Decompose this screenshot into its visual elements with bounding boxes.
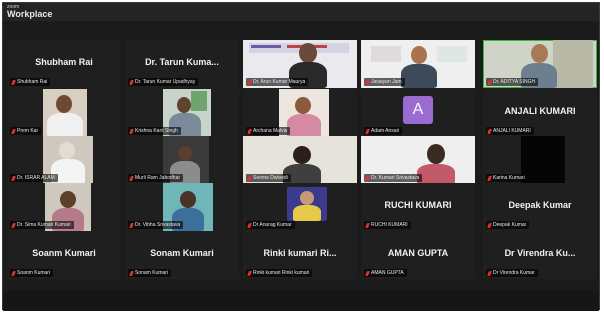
mic-muted-icon (365, 175, 370, 181)
participant-tile[interactable]: Sonam Kumari Sonam Kumari (125, 231, 239, 279)
participant-name-label: Dr. ADITYA SINGH (486, 78, 539, 86)
participant-tile[interactable]: Dr Virendra Ku... Dr Virendra Kumar (483, 231, 597, 279)
participant-name-label: ANJALI KUMARI (486, 127, 534, 135)
mic-muted-icon (129, 222, 134, 228)
bottom-bar (3, 291, 599, 311)
mic-muted-icon (365, 222, 370, 228)
participant-name-label: Seema Dwivedi (246, 174, 291, 182)
mic-muted-icon (11, 175, 16, 181)
participant-tile[interactable]: Soanm Kumari Soanm Kumari (7, 231, 121, 279)
participant-name-label: Karina Kumari (486, 174, 528, 182)
mic-muted-icon (247, 128, 252, 134)
participant-name-label: Soanm Kumari (10, 269, 54, 277)
mic-muted-icon (129, 175, 134, 181)
participant-tile[interactable]: Karina Kumari (483, 136, 597, 184)
mic-muted-icon (365, 270, 370, 276)
participant-display-name: AMAN GUPTA (387, 248, 449, 258)
participant-tile[interactable]: Jasaiyan Jam (361, 40, 475, 88)
mic-muted-icon (487, 175, 492, 181)
participant-name-label: Murli Ram Jabodhar (128, 174, 184, 182)
participant-name-label: Rinki kumari Rinki kumari (246, 269, 313, 277)
participant-tile[interactable]: Dr. Arun Kumar Maurya (243, 40, 357, 88)
participant-tile[interactable]: Dr. Kumari Srivastava (361, 136, 475, 184)
gallery-grid: Shubham Rai Shubham Rai Dr. Tarun Kuma..… (3, 3, 599, 309)
participant-name-label: RUCHI KUMARI (364, 221, 411, 229)
participant-name-label: Jasaiyan Jam (364, 78, 405, 86)
mic-muted-icon (11, 128, 16, 134)
participant-video (287, 187, 327, 221)
participant-video (43, 89, 87, 137)
participant-display-name: Sonam Kumari (150, 248, 214, 258)
participant-display-name: Rinki kumari Ri... (263, 248, 337, 258)
participant-tile[interactable]: Seema Dwivedi (243, 136, 357, 184)
participant-display-name: ANJALI KUMARI (504, 106, 576, 116)
participant-tile[interactable]: RUCHI KUMARI RUCHI KUMARI (361, 183, 475, 231)
participant-tile-active-speaker[interactable]: Dr. ADITYA SINGH (483, 40, 597, 88)
participant-name-label: Sonam Kumari (128, 269, 172, 277)
participant-display-name: RUCHI KUMARI (384, 200, 452, 210)
participant-display-name: Shubham Rai (35, 57, 93, 67)
participant-name-label: Dr Anurag Kumar (246, 221, 295, 229)
participant-name-label: Dr Virendra Kumar (486, 269, 538, 277)
mic-muted-icon (247, 79, 252, 85)
participant-display-name: Deepak Kumar (508, 200, 572, 210)
participant-name-label: Deepak Kumar (486, 221, 530, 229)
zoom-window: zoom Workplace Shubham Rai Shubham Rai D… (2, 2, 600, 311)
participant-name-label: Archana Malvia (246, 127, 291, 135)
mic-muted-icon (365, 79, 370, 85)
participant-tile[interactable]: Shubham Rai Shubham Rai (7, 40, 121, 88)
participant-name-label: Dr. Arun Kumar Maurya (246, 78, 309, 86)
mic-muted-icon (247, 175, 252, 181)
participant-tile[interactable]: AMAN GUPTA AMAN GUPTA (361, 231, 475, 279)
participant-name-label: Dr. ISRAR ALAM (10, 174, 58, 182)
mic-muted-icon (129, 270, 134, 276)
participant-name-label: Krishna Kant Singh (128, 127, 181, 135)
participant-name-label: Prem Kar (10, 127, 42, 135)
participant-tile[interactable]: Dr. ISRAR ALAM (7, 136, 121, 184)
participant-tile[interactable]: Dr. Tarun Kuma... Dr. Tarun Kumar Upadhy… (125, 40, 239, 88)
participant-name-label: Dr. Tarun Kumar Upadhyay (128, 78, 199, 86)
participant-name-label: Dr. Vibha Srivastava (128, 221, 184, 229)
mic-muted-icon (487, 270, 492, 276)
mic-muted-icon (487, 222, 492, 228)
mic-muted-icon (365, 128, 370, 134)
participant-tile[interactable]: A Adam Ansari (361, 89, 475, 137)
participant-tile[interactable]: Dr. Vibha Srivastava (125, 183, 239, 231)
participant-display-name: Dr. Tarun Kuma... (145, 57, 219, 67)
participant-tile[interactable]: Archana Malvia (243, 89, 357, 137)
participant-display-name: Soanm Kumari (32, 248, 96, 258)
mic-muted-icon (247, 222, 252, 228)
participant-name-label: Dr. Kumari Srivastava (364, 174, 423, 182)
mic-muted-icon (11, 270, 16, 276)
mic-muted-icon (11, 222, 16, 228)
mic-muted-icon (487, 79, 492, 85)
participant-tile[interactable]: ANJALI KUMARI ANJALI KUMARI (483, 89, 597, 137)
participant-name-label: AMAN GUPTA (364, 269, 407, 277)
participant-tile[interactable]: Prem Kar (7, 89, 121, 137)
participant-tile[interactable]: Murli Ram Jabodhar (125, 136, 239, 184)
mic-muted-icon (247, 270, 252, 276)
participant-tile[interactable]: Krishna Kant Singh (125, 89, 239, 137)
participant-tile[interactable]: Dr Anurag Kumar (243, 183, 357, 231)
participant-tile[interactable]: Dr. Sima Kumari Kumari (7, 183, 121, 231)
participant-display-name: Dr Virendra Ku... (504, 248, 576, 258)
mic-muted-icon (487, 128, 492, 134)
profile-avatar: A (403, 96, 433, 124)
participant-name-label: Shubham Rai (10, 78, 51, 86)
participant-name-label: Dr. Sima Kumari Kumari (10, 221, 74, 229)
participant-tile[interactable]: Rinki kumari Ri... Rinki kumari Rinki ku… (243, 231, 357, 279)
participant-tile[interactable]: Deepak Kumar Deepak Kumar (483, 183, 597, 231)
mic-muted-icon (129, 128, 134, 134)
participant-name-label: Adam Ansari (364, 127, 403, 135)
mic-muted-icon (11, 79, 16, 85)
mic-muted-icon (129, 79, 134, 85)
